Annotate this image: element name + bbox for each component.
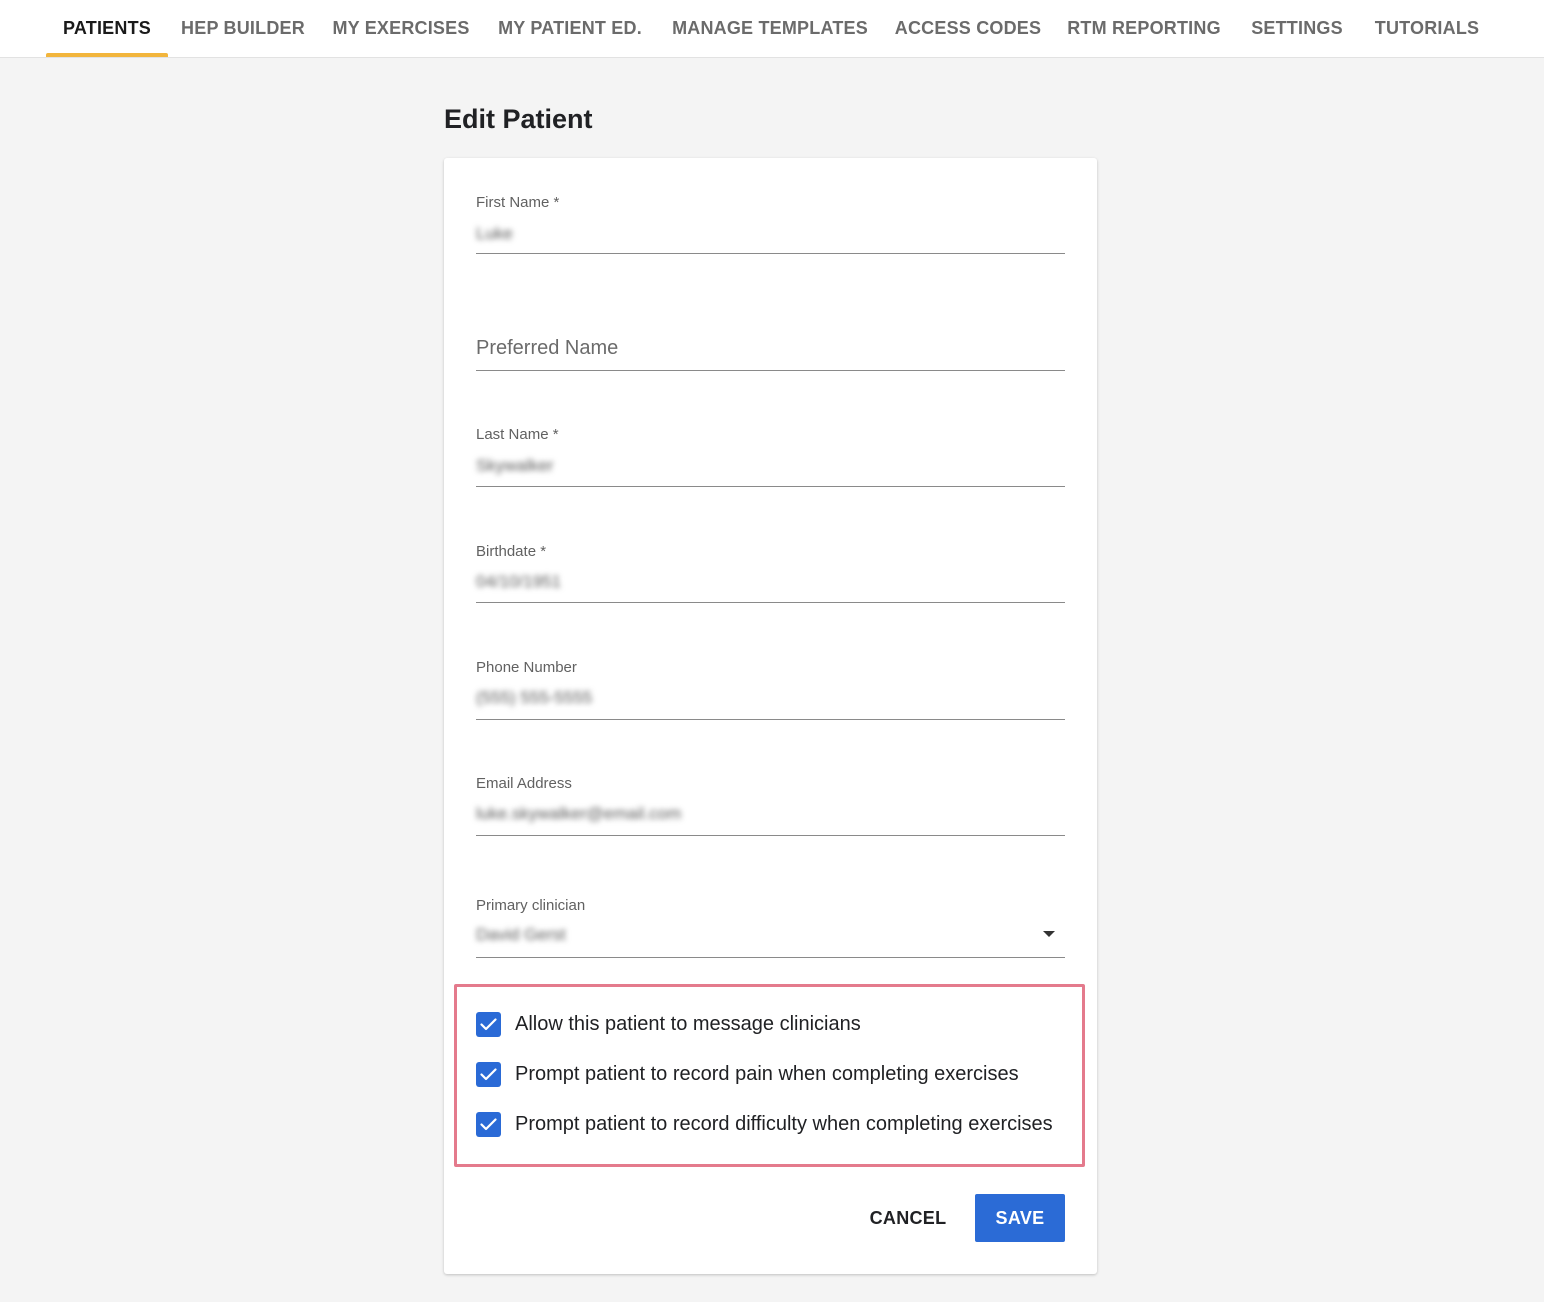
first-name-value: Luke [476, 224, 513, 243]
record-difficulty-checkbox-row[interactable]: Prompt patient to record difficulty when… [476, 1111, 1053, 1137]
phone-number-label: Phone Number [476, 659, 577, 676]
tab-settings[interactable]: SETTINGS [1244, 0, 1350, 57]
tab-my-exercises[interactable]: MY EXERCISES [328, 0, 474, 57]
primary-clinician-label: Primary clinician [476, 897, 586, 914]
message-clinicians-checkbox-row[interactable]: Allow this patient to message clinicians [476, 1011, 861, 1037]
cancel-button[interactable]: CANCEL [856, 1194, 960, 1242]
email-address-value: luke.skywalker@email.com [476, 804, 682, 823]
tab-manage-templates[interactable]: MANAGE TEMPLATES [666, 0, 874, 57]
tab-my-patient-ed[interactable]: MY PATIENT ED. [492, 0, 648, 57]
tab-hep-builder[interactable]: HEP BUILDER [176, 0, 310, 57]
preferred-name-placeholder: Preferred Name [476, 337, 619, 359]
email-address-label: Email Address [476, 775, 572, 792]
email-address-field[interactable]: Email Address luke.skywalker@email.com [476, 769, 1065, 836]
tab-tutorials[interactable]: TUTORIALS [1368, 0, 1486, 57]
record-pain-label: Prompt patient to record pain when compl… [515, 1062, 1019, 1085]
page-title: Edit Patient [444, 104, 593, 134]
primary-clinician-select[interactable]: Primary clinician David Gerst [476, 891, 1065, 958]
first-name-field[interactable]: First Name * Luke [476, 188, 1065, 254]
record-pain-checkbox-row[interactable]: Prompt patient to record pain when compl… [476, 1061, 1019, 1087]
top-navigation: PATIENTS HEP BUILDER MY EXERCISES MY PAT… [0, 0, 1544, 58]
checkbox-checked-icon[interactable] [476, 1011, 501, 1037]
phone-number-value: (555) 555-5555 [476, 688, 593, 707]
birthdate-field[interactable]: Birthdate * 04/10/1951 [476, 537, 1065, 603]
last-name-field[interactable]: Last Name * Skywalker [476, 420, 1065, 487]
tab-access-codes[interactable]: ACCESS CODES [892, 0, 1044, 57]
first-name-label: First Name * [476, 194, 560, 211]
birthdate-value: 04/10/1951 [476, 572, 562, 591]
tab-patients[interactable]: PATIENTS [46, 0, 168, 57]
edit-patient-form: First Name * Luke Preferred Name Last Na… [444, 158, 1097, 1274]
preferred-name-field[interactable]: Preferred Name [476, 316, 1065, 371]
birthdate-label: Birthdate * [476, 543, 547, 560]
checkbox-checked-icon[interactable] [476, 1061, 501, 1087]
dropdown-arrow-icon[interactable] [1043, 931, 1055, 937]
last-name-label: Last Name * [476, 426, 559, 443]
checkbox-checked-icon[interactable] [476, 1111, 501, 1137]
save-button[interactable]: SAVE [975, 1194, 1065, 1242]
message-clinicians-label: Allow this patient to message clinicians [515, 1012, 861, 1035]
last-name-value: Skywalker [476, 456, 554, 475]
tab-rtm-reporting[interactable]: RTM REPORTING [1062, 0, 1226, 57]
phone-number-field[interactable]: Phone Number (555) 555-5555 [476, 653, 1065, 720]
primary-clinician-value: David Gerst [476, 925, 566, 944]
record-difficulty-label: Prompt patient to record difficulty when… [515, 1112, 1053, 1135]
